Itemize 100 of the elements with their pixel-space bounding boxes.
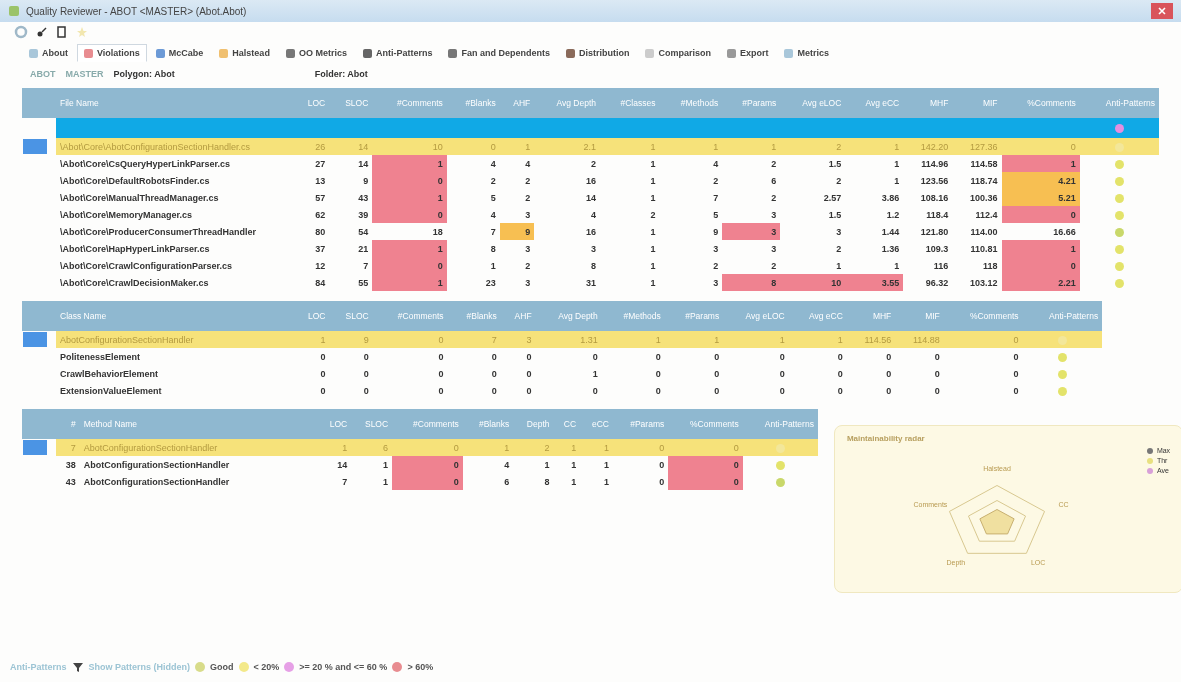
column-header[interactable]: #Methods bbox=[659, 88, 723, 118]
show-patterns-link[interactable]: Show Patterns (Hidden) bbox=[88, 662, 191, 672]
table-cell-text: 1.44 bbox=[880, 225, 901, 239]
column-header[interactable]: #Params bbox=[613, 409, 669, 439]
breadcrumb-item[interactable]: ABOT bbox=[30, 69, 56, 79]
column-header[interactable]: %Comments bbox=[1001, 88, 1080, 118]
table-cell: 1 bbox=[462, 439, 514, 456]
app-icon bbox=[8, 5, 20, 17]
table-cell: 0 bbox=[895, 348, 944, 365]
table-cell: 114.58 bbox=[952, 155, 1002, 172]
tab[interactable]: OO Metrics bbox=[278, 44, 354, 62]
table-cell: 0 bbox=[1001, 138, 1080, 155]
column-header[interactable]: Anti-Patterns bbox=[1022, 301, 1103, 331]
table-cell-text: 0 bbox=[1012, 367, 1020, 381]
table-cell: AbotConfigurationSectionHandler bbox=[79, 456, 318, 473]
column-header[interactable]: Method Name bbox=[79, 409, 318, 439]
table-cell-text: 37 bbox=[314, 242, 327, 256]
column-header[interactable]: Anti-Patterns bbox=[742, 409, 818, 439]
table-cell-text: 0 bbox=[490, 384, 498, 398]
column-header[interactable]: Avg eLOC bbox=[723, 301, 789, 331]
table-cell: 0 bbox=[392, 439, 463, 456]
column-header[interactable]: MHF bbox=[903, 88, 953, 118]
tab[interactable]: Violations bbox=[77, 44, 147, 62]
refresh-icon[interactable] bbox=[14, 25, 28, 39]
column-header[interactable]: Depth bbox=[513, 409, 554, 439]
table-cell: 1.5 bbox=[780, 206, 846, 223]
link-icon[interactable] bbox=[36, 26, 48, 38]
table-cell: 1 bbox=[659, 138, 723, 155]
column-header[interactable]: #Methods bbox=[601, 301, 665, 331]
column-header[interactable]: Class Name bbox=[56, 301, 294, 331]
table-cell: 27 bbox=[294, 155, 330, 172]
table-cell: 0 bbox=[392, 456, 463, 473]
table-cell-text: AbotConfigurationSectionHandler bbox=[82, 475, 231, 489]
breadcrumb-item[interactable]: MASTER bbox=[65, 69, 104, 79]
column-header[interactable]: File Name bbox=[56, 88, 294, 118]
table-cell: 14 bbox=[317, 456, 352, 473]
column-header[interactable]: #Blanks bbox=[462, 409, 514, 439]
column-header[interactable]: %Comments bbox=[668, 409, 743, 439]
column-header[interactable]: #Comments bbox=[392, 409, 463, 439]
column-header[interactable]: %Comments bbox=[943, 301, 1023, 331]
tab[interactable]: Export bbox=[719, 44, 776, 62]
table-cell-text: 0 bbox=[654, 384, 662, 398]
column-header[interactable]: eCC bbox=[580, 409, 613, 439]
column-header[interactable]: Anti-Patterns bbox=[1079, 88, 1159, 118]
column-header[interactable]: SLOC bbox=[329, 88, 373, 118]
table-cell-text: 0 bbox=[319, 384, 327, 398]
column-header[interactable]: SLOC bbox=[351, 409, 393, 439]
tab[interactable]: Comparison bbox=[638, 44, 718, 62]
column-header[interactable]: CC bbox=[553, 409, 581, 439]
column-header[interactable]: LOC bbox=[294, 88, 330, 118]
column-header[interactable]: Avg Depth bbox=[535, 301, 602, 331]
column-header[interactable]: LOC bbox=[294, 301, 330, 331]
tab[interactable]: Fan and Dependents bbox=[441, 44, 557, 62]
column-header[interactable]: MIF bbox=[895, 301, 944, 331]
table-cell: 7 bbox=[56, 439, 80, 456]
tab[interactable]: Distribution bbox=[558, 44, 637, 62]
column-header[interactable]: MHF bbox=[846, 301, 896, 331]
table-cell-text: 0 bbox=[525, 367, 533, 381]
row-marker[interactable] bbox=[23, 440, 47, 455]
column-header[interactable]: Avg eCC bbox=[845, 88, 904, 118]
column-header[interactable]: #Params bbox=[664, 301, 724, 331]
tab[interactable]: McCabe bbox=[148, 44, 211, 62]
column-header[interactable]: AHF bbox=[500, 301, 536, 331]
table-cell: 4 bbox=[534, 206, 600, 223]
table-cell: 1 bbox=[723, 331, 789, 348]
table-cell-text: 13 bbox=[314, 174, 327, 188]
column-header[interactable]: #Params bbox=[722, 88, 781, 118]
table-cell: 3 bbox=[659, 240, 723, 257]
close-button[interactable] bbox=[1151, 3, 1173, 19]
column-header[interactable]: LOC bbox=[317, 409, 352, 439]
tab[interactable]: About bbox=[22, 44, 75, 62]
column-header[interactable]: #Comments bbox=[372, 301, 448, 331]
row-marker[interactable] bbox=[23, 139, 47, 154]
tab[interactable]: Anti-Patterns bbox=[355, 44, 440, 62]
table-cell: 2 bbox=[659, 257, 723, 274]
tab[interactable]: Metrics bbox=[777, 44, 836, 62]
table-cell: 103.12 bbox=[952, 274, 1002, 291]
column-header[interactable]: # bbox=[56, 409, 80, 439]
column-header[interactable]: Avg eLOC bbox=[780, 88, 846, 118]
row-marker[interactable] bbox=[23, 332, 47, 347]
table-cell: 1 bbox=[499, 138, 535, 155]
tab[interactable]: Halstead bbox=[212, 44, 277, 62]
table-cell: 1 bbox=[1001, 240, 1080, 257]
table-cell: 9 bbox=[329, 172, 373, 189]
column-header[interactable]: #Blanks bbox=[447, 301, 501, 331]
anti-patterns-link[interactable]: Anti-Patterns bbox=[10, 662, 67, 672]
column-header[interactable]: #Blanks bbox=[446, 88, 500, 118]
table-cell: 21 bbox=[329, 240, 373, 257]
table-cell-text: \Abot\Core\ProducerConsumerThreadHandler bbox=[59, 225, 258, 239]
column-header[interactable]: Avg Depth bbox=[534, 88, 600, 118]
column-header[interactable]: MIF bbox=[952, 88, 1002, 118]
table-cell: 4.21 bbox=[1001, 172, 1080, 189]
table-cell: 116 bbox=[903, 257, 953, 274]
column-header[interactable]: AHF bbox=[499, 88, 535, 118]
star-icon[interactable] bbox=[76, 26, 88, 38]
column-header[interactable]: #Comments bbox=[372, 88, 447, 118]
column-header[interactable]: SLOC bbox=[329, 301, 373, 331]
column-header[interactable]: #Classes bbox=[600, 88, 660, 118]
column-header[interactable]: Avg eCC bbox=[788, 301, 847, 331]
document-icon[interactable] bbox=[56, 26, 68, 38]
